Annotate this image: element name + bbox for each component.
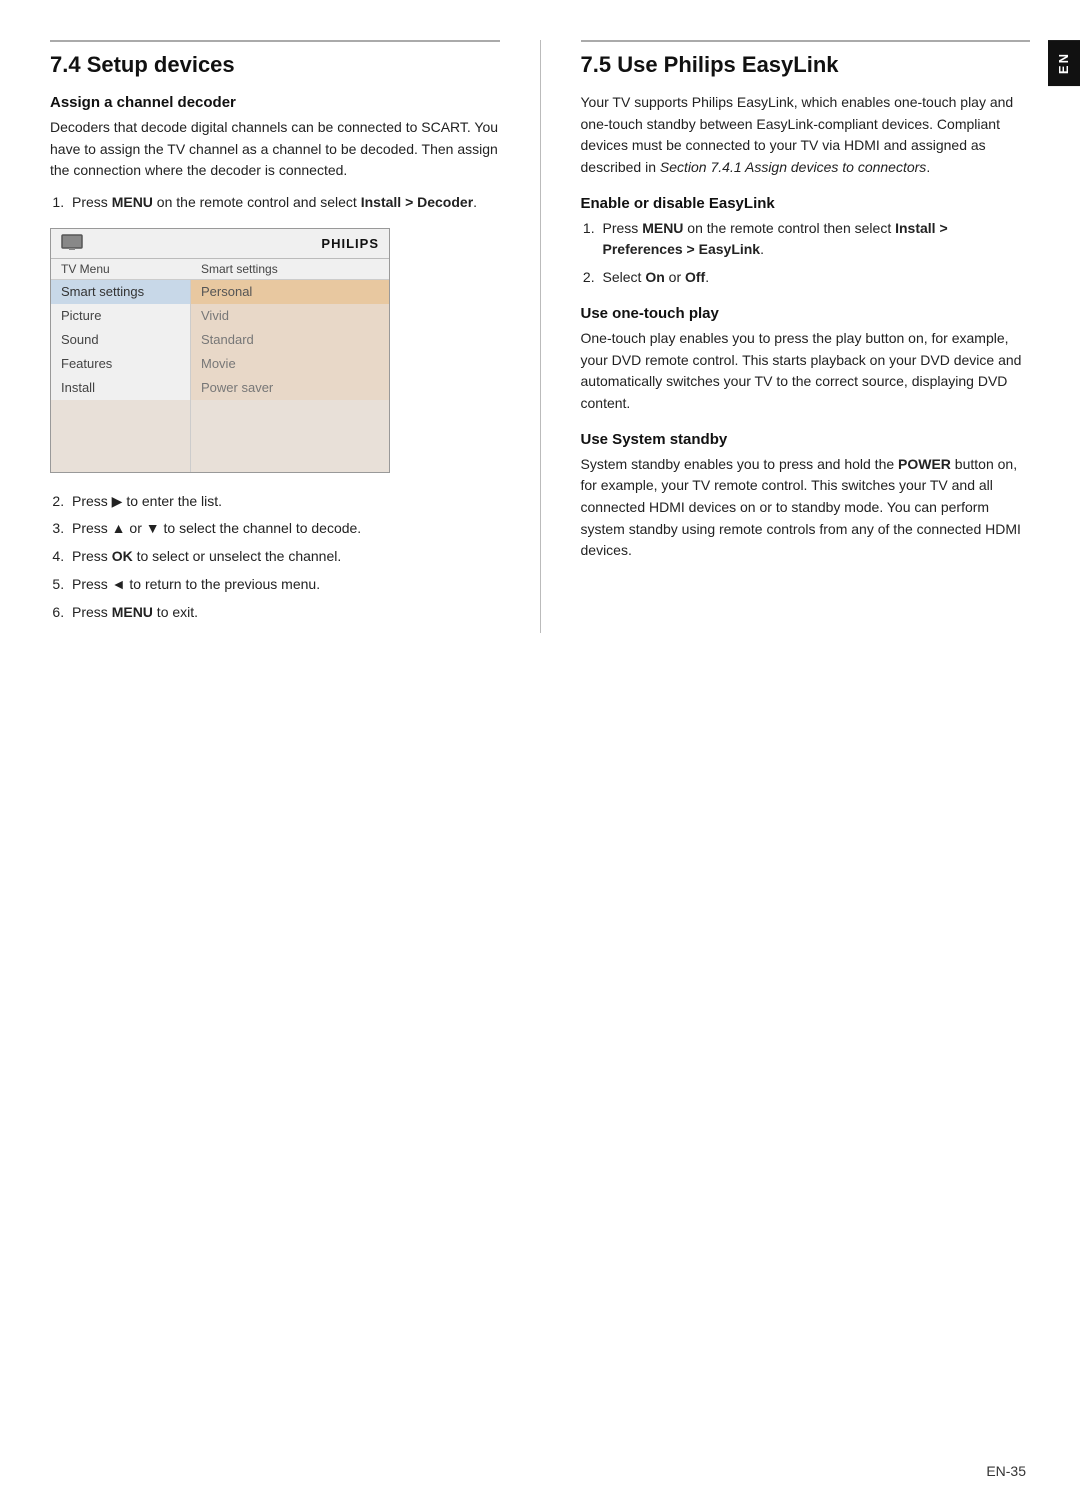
easylink-step-2: Select On or Off.	[599, 267, 1031, 289]
step-6: Press MENU to exit.	[68, 602, 500, 624]
left-column: 7.4 Setup devices Assign a channel decod…	[50, 40, 500, 633]
menu-row-vivid: Vivid	[191, 304, 389, 328]
setup-steps-list-continued: Press ▶ to enter the list. Press ▲ or ▼ …	[68, 491, 500, 623]
menu-row-picture: Picture	[51, 304, 190, 328]
enable-subtitle: Enable or disable EasyLink	[581, 195, 1031, 212]
section-75-title: 7.5 Use Philips EasyLink	[581, 40, 1031, 78]
menu-row-powersaver: Power saver	[191, 376, 389, 400]
assign-body: Decoders that decode digital channels ca…	[50, 117, 500, 182]
step1-bold-menu: MENU	[112, 194, 153, 210]
onetouch-subtitle: Use one-touch play	[581, 305, 1031, 322]
tv-menu-header: PHILIPS	[51, 229, 389, 259]
section75-intro: Your TV supports Philips EasyLink, which…	[581, 92, 1031, 179]
tv-menu-col-right-header: Smart settings	[191, 259, 389, 279]
tv-menu-rows: Smart settings Picture Sound Features In…	[51, 280, 389, 472]
step-5: Press ◄ to return to the previous menu.	[68, 574, 500, 596]
power-bold: POWER	[898, 456, 951, 472]
menu-row-smartsettings: Smart settings	[51, 280, 190, 304]
tv-menu-screenshot: PHILIPS TV Menu Smart settings Smart set…	[50, 228, 390, 473]
tv-menu-right-col: Personal Vivid Standard Movie Power save…	[191, 280, 389, 472]
menu-row-empty3	[51, 448, 190, 472]
menu-row-right-empty2	[191, 424, 389, 448]
menu-row-standard: Standard	[191, 328, 389, 352]
tv-menu-left-col: Smart settings Picture Sound Features In…	[51, 280, 191, 472]
assign-subtitle: Assign a channel decoder	[50, 94, 500, 111]
easylink-steps: Press MENU on the remote control then se…	[599, 218, 1031, 289]
step4-ok: OK	[112, 548, 133, 564]
page-container: EN 7.4 Setup devices Assign a channel de…	[0, 0, 1080, 1509]
menu-row-install: Install	[51, 376, 190, 400]
easylink-step1-menu: MENU	[642, 220, 683, 236]
step-1: Press MENU on the remote control and sel…	[68, 192, 500, 214]
main-columns: 7.4 Setup devices Assign a channel decod…	[50, 40, 1030, 633]
standby-subtitle: Use System standby	[581, 431, 1031, 448]
step-2: Press ▶ to enter the list.	[68, 491, 500, 513]
step-4: Press OK to select or unselect the chann…	[68, 546, 500, 568]
easylink-on: On	[645, 269, 664, 285]
right-column: 7.5 Use Philips EasyLink Your TV support…	[581, 40, 1031, 633]
onetouch-body: One-touch play enables you to press the …	[581, 328, 1031, 415]
section-74-title: 7.4 Setup devices	[50, 40, 500, 78]
step1-bold-install: Install > Decoder	[361, 194, 473, 210]
standby-body: System standby enables you to press and …	[581, 454, 1031, 562]
menu-row-movie: Movie	[191, 352, 389, 376]
philips-logo: PHILIPS	[321, 236, 379, 251]
column-divider	[540, 40, 541, 633]
page-number: EN-35	[986, 1463, 1026, 1479]
menu-row-personal: Personal	[191, 280, 389, 304]
menu-row-features: Features	[51, 352, 190, 376]
menu-row-right-empty1	[191, 400, 389, 424]
setup-steps-list: Press MENU on the remote control and sel…	[68, 192, 500, 214]
easylink-off: Off	[685, 269, 705, 285]
menu-row-sound: Sound	[51, 328, 190, 352]
en-tab: EN	[1048, 40, 1080, 86]
step6-menu: MENU	[112, 604, 153, 620]
easylink-step-1: Press MENU on the remote control then se…	[599, 218, 1031, 261]
menu-row-empty1	[51, 400, 190, 424]
tv-icon	[61, 234, 83, 253]
menu-row-right-empty3	[191, 448, 389, 472]
menu-row-empty2	[51, 424, 190, 448]
tv-menu-col-left-header: TV Menu	[51, 259, 191, 279]
section-reference: Section 7.4.1 Assign devices to connecto…	[660, 159, 926, 175]
step-3: Press ▲ or ▼ to select the channel to de…	[68, 518, 500, 540]
tv-menu-col-header: TV Menu Smart settings	[51, 259, 389, 280]
